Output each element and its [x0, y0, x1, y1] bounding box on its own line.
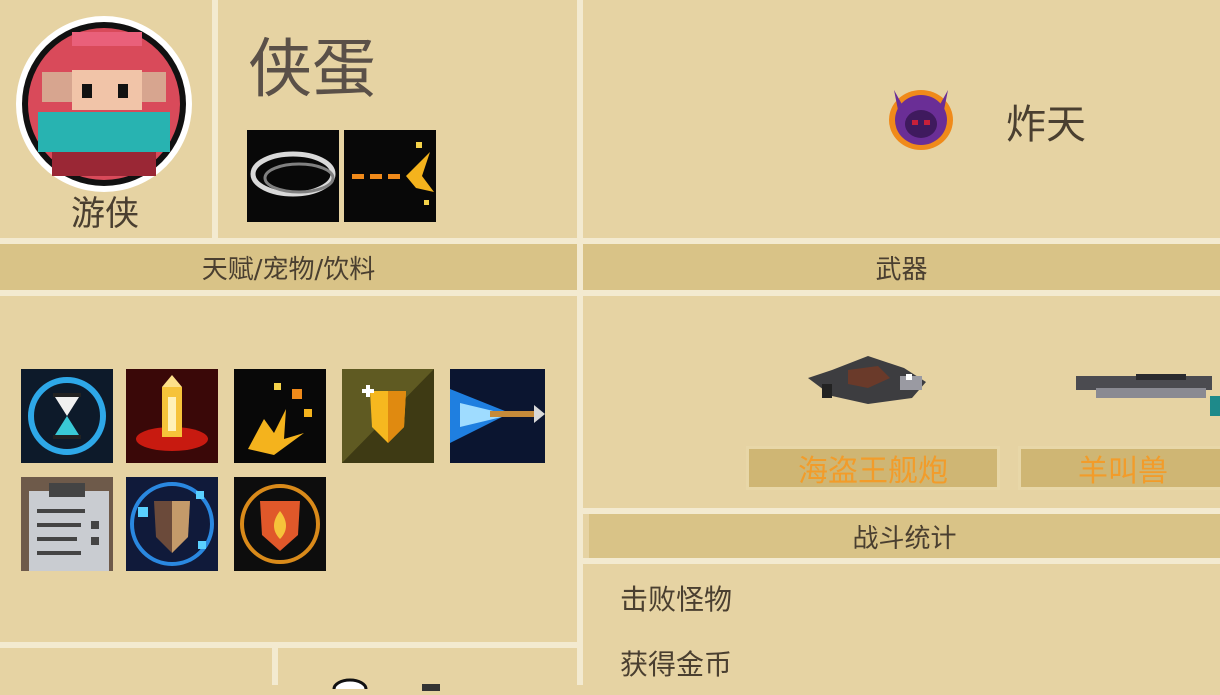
weapon-2-name: 羊叫兽: [1078, 454, 1168, 489]
talents-section-title: 天赋/宠物/饮料: [201, 254, 376, 285]
character-avatar: [12, 12, 196, 196]
partial-sprite-1-icon: [330, 674, 370, 695]
pirate-cannon-weapon-icon: [808, 348, 930, 410]
stats-section-title: 战斗统计: [852, 523, 957, 554]
frost-shield-icon[interactable]: [126, 477, 218, 571]
weapons-section-title: 武器: [875, 254, 928, 285]
player-name: 侠蛋: [248, 33, 376, 107]
divider-vertical-center: [577, 0, 583, 685]
partial-sprite-2-icon: [416, 676, 446, 691]
divider-left-bottom-vertical: [272, 648, 278, 685]
weapon-slot-2-label[interactable]: 羊叫兽: [1018, 446, 1220, 490]
weapons-section-header: 武器: [583, 244, 1220, 290]
divider-vertical-left: [212, 0, 218, 238]
skill-shot-icon[interactable]: [344, 130, 436, 222]
clipboard-icon[interactable]: [21, 477, 113, 571]
skill-slash-icon[interactable]: [247, 130, 339, 222]
hourglass-icon[interactable]: [21, 369, 113, 463]
sheep-beast-weapon-icon: [1076, 366, 1220, 422]
weapon-1-name: 海盗王舰炮: [798, 454, 948, 489]
fire-shield-icon[interactable]: [234, 477, 326, 571]
ranger-avatar-icon: [16, 16, 192, 192]
character-class-label: 游侠: [71, 194, 139, 234]
weapon-slot-1-label[interactable]: 海盗王舰炮: [746, 446, 1000, 490]
boss-name: 炸天: [1006, 102, 1086, 148]
talents-section-header: 天赋/宠物/饮料: [0, 244, 577, 290]
golden-shield-icon[interactable]: [342, 369, 434, 463]
bullet-icon[interactable]: [126, 369, 218, 463]
divider-left-bottom: [0, 642, 577, 648]
stat-monsters-defeated-label: 击败怪物: [620, 583, 733, 616]
stats-section-header: 战斗统计: [589, 514, 1220, 558]
stat-gold-earned-label: 获得金币: [620, 648, 733, 681]
divider-stats-band-bottom: [583, 558, 1220, 564]
explosion-icon[interactable]: [234, 369, 326, 463]
boss-demon-icon: [884, 80, 958, 154]
divider-weapons-bottom-right: [583, 290, 1220, 296]
divider-talents-bottom-left: [0, 290, 577, 296]
piercing-arrow-icon[interactable]: [450, 369, 545, 463]
